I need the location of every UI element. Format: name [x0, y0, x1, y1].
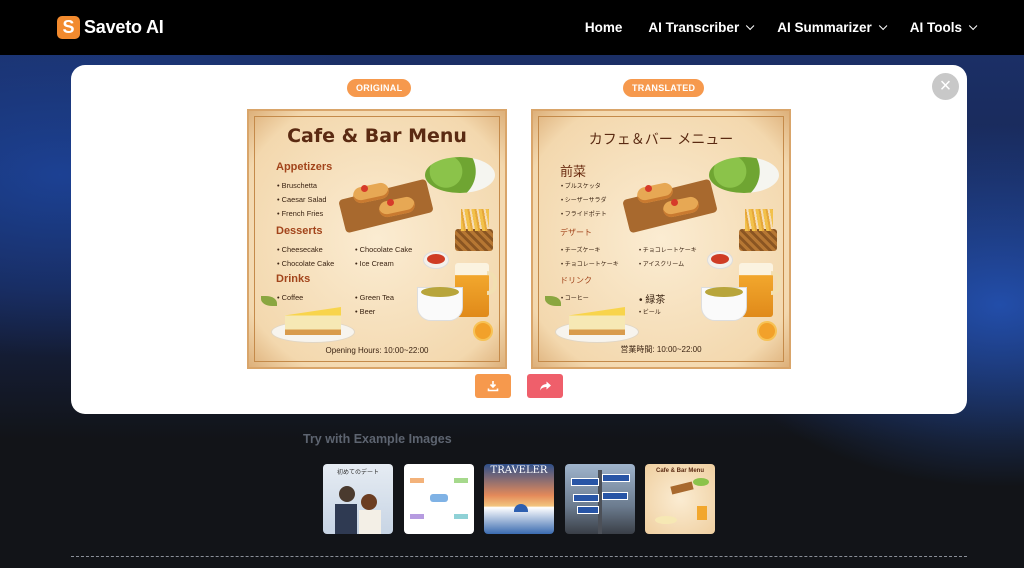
menu-title: Cafe & Bar Menu: [287, 125, 467, 147]
section-divider: [71, 556, 967, 557]
menu-item: コーヒー: [561, 293, 589, 302]
nav-ai-transcriber[interactable]: AI Transcriber: [648, 20, 755, 35]
translated-badge: TRANSLATED: [623, 79, 705, 97]
section-drinks: Drinks: [276, 273, 311, 285]
section-appetizers: Appetizers: [276, 161, 333, 173]
street-sign: [573, 494, 599, 502]
mind-map-node: [410, 514, 424, 519]
orange-illustration: [473, 321, 493, 341]
menu-item: Caesar Salad: [277, 195, 327, 204]
tomato-illustration: [361, 185, 368, 192]
green-tea-illustration: [421, 287, 459, 297]
logo-text: Saveto AI: [84, 17, 164, 37]
salad-illustration: [709, 157, 779, 193]
original-badge: ORIGINAL: [347, 79, 412, 97]
menu-item: ブルスケッタ: [561, 181, 601, 190]
street-sign: [571, 478, 599, 486]
beer-illustration: [697, 506, 707, 520]
menu-title: カフェ＆バー メニュー: [588, 132, 734, 148]
menu-item: Chocolate Cake: [355, 245, 413, 254]
share-icon: [539, 381, 551, 391]
share-button[interactable]: [527, 374, 563, 398]
mind-map-node: [454, 514, 468, 519]
opening-hours: 営業時間: 10:00~22:00: [620, 345, 702, 354]
logo[interactable]: S Saveto AI: [57, 16, 164, 39]
nav-menu: Home AI Transcriber AI Summarizer AI Too…: [585, 20, 978, 35]
fries-illustration: [461, 209, 489, 231]
salad-illustration: [693, 478, 709, 486]
section-desserts: デザート: [560, 228, 592, 237]
chevron-down-icon: [878, 21, 888, 30]
menu-item: Coffee: [277, 293, 304, 302]
menu-item: シーザーサラダ: [561, 195, 607, 204]
tomato-illustration: [671, 199, 678, 206]
chevron-down-icon: [968, 21, 978, 30]
street-sign: [577, 506, 599, 514]
character-illustration: [339, 486, 355, 502]
example-cafe-menu[interactable]: Cafe & Bar Menu: [645, 464, 715, 534]
mind-map-node: [430, 494, 448, 502]
menu-item: フライドポテト: [561, 209, 607, 218]
close-icon: ×: [939, 75, 952, 97]
fries-basket-illustration: [455, 229, 493, 251]
example-street-signs[interactable]: [565, 464, 635, 534]
menu-item: Beer: [355, 307, 376, 316]
green-tea-illustration: [705, 287, 743, 297]
character-illustration: [361, 494, 377, 510]
thumb-caption: TRAVELER: [490, 465, 548, 476]
opening-hours: Opening Hours: 10:00~22:00: [325, 346, 429, 355]
original-image: Cafe & Bar Menu Appetizers Bruschetta Ca…: [247, 109, 507, 369]
translated-image: カフェ＆バー メニュー 前菜 ブルスケッタ シーザーサラダ フライドポテト デザ…: [531, 109, 791, 369]
menu-item: チョコレートケーキ: [561, 259, 619, 268]
orange-illustration: [757, 321, 777, 341]
menu-item: Chocolate Cake: [277, 259, 335, 268]
fries-basket-illustration: [739, 229, 777, 251]
fries-illustration: [745, 209, 773, 231]
cheesecake-illustration: [655, 516, 677, 524]
result-modal: × ORIGINAL TRANSLATED Cafe & Bar Menu Ap…: [71, 65, 967, 414]
dome-illustration: [514, 504, 528, 512]
menu-item: Green Tea: [355, 293, 394, 302]
menu-item: French Fries: [277, 209, 323, 218]
download-icon: [487, 381, 499, 392]
section-desserts: Desserts: [276, 225, 323, 237]
top-navbar: S Saveto AI Home AI Transcriber AI Summa…: [0, 0, 1024, 55]
close-button[interactable]: ×: [932, 73, 959, 100]
sauce-illustration: [707, 251, 733, 269]
menu-item: Bruschetta: [277, 181, 317, 190]
menu-item: ビール: [639, 307, 661, 316]
character-illustration: [335, 504, 357, 534]
nav-ai-summarizer[interactable]: AI Summarizer: [777, 20, 888, 35]
menu-item: 緑茶: [639, 291, 665, 306]
example-mind-map[interactable]: [404, 464, 474, 534]
menu-item: チョコレートケーキ: [639, 245, 697, 254]
section-appetizers: 前菜: [560, 164, 587, 179]
download-button[interactable]: [475, 374, 511, 398]
section-drinks: ドリンク: [560, 276, 592, 285]
thumb-caption: 初めてのデート: [336, 470, 379, 476]
tomato-illustration: [645, 185, 652, 192]
nav-ai-tools[interactable]: AI Tools: [910, 20, 978, 35]
example-manga-comic[interactable]: 初めてのデート: [323, 464, 393, 534]
mind-map-node: [454, 478, 468, 483]
street-sign: [602, 492, 628, 500]
tomato-illustration: [387, 199, 394, 206]
bruschetta-illustration: [670, 481, 694, 495]
street-sign: [602, 474, 630, 482]
chevron-down-icon: [746, 21, 755, 30]
nav-home[interactable]: Home: [585, 20, 623, 35]
menu-item: アイスクリーム: [639, 259, 684, 268]
logo-icon: S: [57, 16, 80, 39]
mind-map-node: [410, 478, 424, 483]
salad-illustration: [425, 157, 495, 193]
character-illustration: [359, 510, 381, 534]
thumb-caption: Cafe & Bar Menu: [655, 468, 704, 474]
menu-item: チーズケーキ: [561, 245, 601, 254]
menu-item: Ice Cream: [355, 259, 394, 268]
example-travel-magazine[interactable]: TRAVELER: [484, 464, 554, 534]
examples-title: Try with Example Images: [303, 432, 452, 446]
sauce-illustration: [423, 251, 449, 269]
menu-item: Cheesecake: [277, 245, 323, 254]
